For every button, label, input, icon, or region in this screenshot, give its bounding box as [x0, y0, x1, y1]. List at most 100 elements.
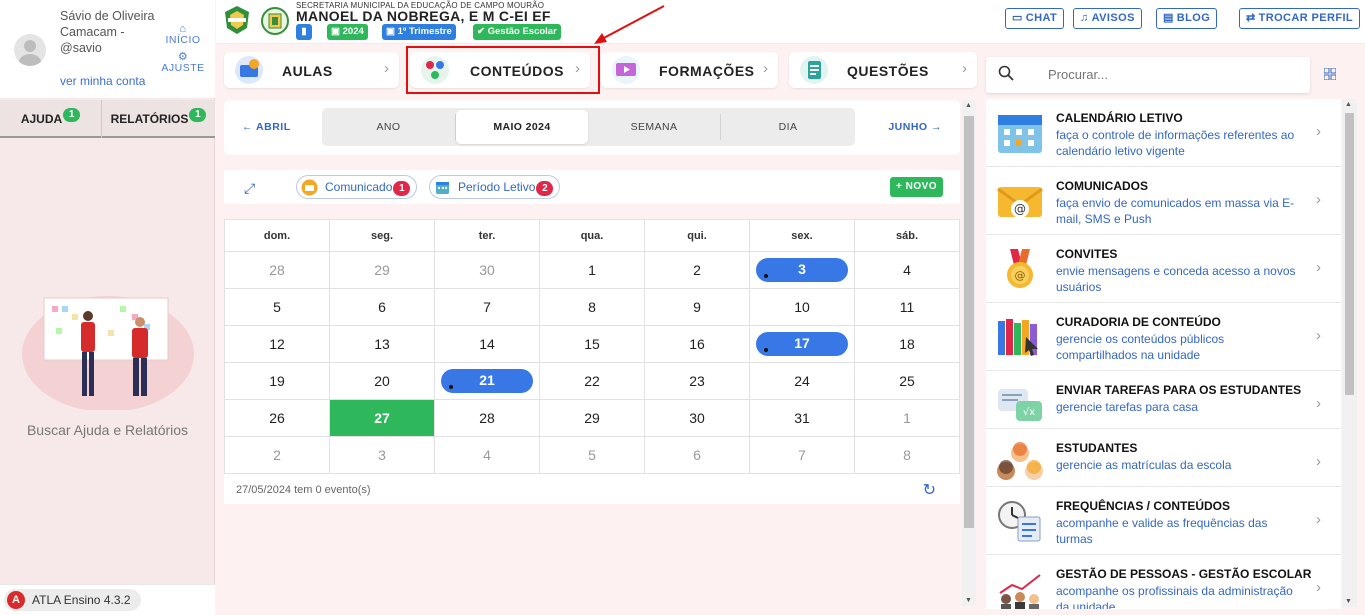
feature-convites[interactable]: @ CONVITES envie mensagens e conceda ace… — [986, 235, 1341, 303]
day-cell[interactable]: 6 — [329, 288, 435, 326]
feature-curadoria[interactable]: CURADORIA DE CONTEÚDO gerencie os conteú… — [986, 303, 1341, 371]
my-account-link[interactable]: ver minha conta — [60, 74, 145, 88]
features-scrollbar[interactable]: ▲ ▼ — [1342, 99, 1357, 607]
scroll-down-icon[interactable]: ▼ — [965, 597, 972, 604]
filter-label: Comunicado — [325, 180, 393, 194]
feature-enviar-tarefas[interactable]: √x ENVIAR TAREFAS PARA OS ESTUDANTES ger… — [986, 371, 1341, 429]
day-cell[interactable]: 8 — [539, 288, 645, 326]
module-aulas[interactable]: AULAS › — [224, 52, 399, 88]
day-cell[interactable]: 11 — [854, 288, 960, 326]
event-day-pill[interactable]: 17 — [756, 332, 848, 356]
blog-button[interactable]: ▤ BLOG — [1156, 8, 1218, 29]
plus-icon: + — [896, 181, 906, 192]
day-cell[interactable]: 6 — [644, 436, 750, 474]
day-cell[interactable]: 28 — [224, 251, 330, 289]
day-cell[interactable]: 30 — [644, 399, 750, 437]
day-cell[interactable]: 5 — [539, 436, 645, 474]
scrollbar-thumb[interactable] — [964, 116, 974, 528]
switch-profile-button[interactable]: ⇄ TROCAR PERFIL — [1239, 8, 1361, 29]
search-input[interactable] — [1048, 67, 1288, 82]
tab-reports[interactable]: RELATÓRIOS 1 — [102, 100, 215, 138]
day-cell[interactable]: 2 — [224, 436, 330, 474]
day-cell[interactable]: 24 — [749, 362, 855, 400]
day-cell[interactable]: 22 — [539, 362, 645, 400]
new-event-button[interactable]: + NOVO — [890, 177, 944, 197]
prev-month-button[interactable]: ← ABRIL — [242, 121, 291, 133]
module-questoes[interactable]: QUESTÕES › — [789, 52, 977, 88]
help-report-tabs: AJUDA 1 RELATÓRIOS 1 — [0, 100, 215, 138]
event-day-pill[interactable]: 21 — [441, 369, 533, 393]
expand-icon[interactable]: ⤢ — [244, 180, 255, 197]
scroll-down-icon[interactable]: ▼ — [1345, 598, 1352, 605]
feature-comunicados[interactable]: @ COMUNICADOS faça envio de comunicados … — [986, 167, 1341, 235]
year-badge[interactable]: ▣ 2024 — [327, 24, 368, 40]
day-cell[interactable]: 28 — [434, 399, 540, 437]
next-month-button[interactable]: JUNHO → — [888, 121, 942, 133]
day-cell[interactable]: 7 — [749, 436, 855, 474]
day-cell[interactable]: 3 — [329, 436, 435, 474]
event-summary: 27/05/2024 tem 0 evento(s) — [236, 484, 371, 496]
day-cell[interactable]: 31 — [749, 399, 855, 437]
module-formacoes[interactable]: FORMAÇÕES › — [601, 52, 778, 88]
day-cell[interactable]: 20 — [329, 362, 435, 400]
day-cell[interactable]: 14 — [434, 325, 540, 363]
feature-frequencias[interactable]: FREQUÊNCIAS / CONTEÚDOS acompanhe e vali… — [986, 487, 1341, 555]
day-cell-today[interactable]: 27 — [329, 399, 435, 437]
settings-nav[interactable]: ⚙ AJUSTE — [158, 52, 208, 75]
grid-view-icon[interactable] — [1324, 68, 1336, 80]
term-badge[interactable]: ▣ 1º Trimestre — [382, 24, 456, 40]
feature-estudantes[interactable]: ESTUDANTES gerencie as matrículas da esc… — [986, 429, 1341, 487]
day-cell[interactable]: 1 — [854, 399, 960, 437]
view-year[interactable]: ANO — [322, 114, 456, 140]
students-icon — [997, 442, 1043, 480]
day-cell[interactable]: 18 — [854, 325, 960, 363]
chat-button[interactable]: ▭ CHAT — [1005, 8, 1065, 29]
filter-periodo-letivo[interactable]: Período Letivo 2 — [429, 175, 561, 199]
day-cell-event[interactable]: 3 — [749, 251, 855, 289]
day-cell[interactable]: 10 — [749, 288, 855, 326]
view-day[interactable]: DIA — [721, 108, 855, 146]
day-cell[interactable]: 7 — [434, 288, 540, 326]
day-cell[interactable]: 19 — [224, 362, 330, 400]
scroll-up-icon[interactable]: ▲ — [1345, 101, 1352, 108]
feature-calendario-letivo[interactable]: CALENDÁRIO LETIVO faça o controle de inf… — [986, 99, 1341, 167]
scroll-up-icon[interactable]: ▲ — [965, 102, 972, 109]
day-cell[interactable]: 4 — [854, 251, 960, 289]
day-cell[interactable]: 25 — [854, 362, 960, 400]
day-cell[interactable]: 4 — [434, 436, 540, 474]
day-cell[interactable]: 23 — [644, 362, 750, 400]
mode-badge[interactable]: ✔ Gestão Escolar — [473, 24, 561, 40]
day-cell[interactable]: 29 — [329, 251, 435, 289]
home-nav[interactable]: ⌂ INÍCIO — [158, 24, 208, 47]
day-cell[interactable]: 16 — [644, 325, 750, 363]
day-cell[interactable]: 2 — [644, 251, 750, 289]
day-cell[interactable]: 26 — [224, 399, 330, 437]
day-cell[interactable]: 12 — [224, 325, 330, 363]
feature-title: GESTÃO DE PESSOAS - GESTÃO ESCOLAR — [1056, 567, 1312, 581]
event-day-pill[interactable]: 3 — [756, 258, 848, 282]
day-cell[interactable]: 9 — [644, 288, 750, 326]
version-pill[interactable]: A ATLA Ensino 4.3.2 — [4, 589, 141, 611]
day-cell[interactable]: 8 — [854, 436, 960, 474]
day-cell[interactable]: 29 — [539, 399, 645, 437]
day-cell[interactable]: 1 — [539, 251, 645, 289]
view-week[interactable]: SEMANA — [588, 114, 721, 140]
tab-help[interactable]: AJUDA 1 — [0, 100, 102, 138]
scrollbar-thumb[interactable] — [1345, 113, 1354, 395]
weekday-label: sáb. — [854, 219, 960, 252]
view-month[interactable]: MAIO 2024 — [456, 110, 588, 144]
avatar[interactable] — [14, 34, 46, 66]
day-cell[interactable]: 5 — [224, 288, 330, 326]
day-cell-event[interactable]: 21 — [434, 362, 540, 400]
notices-button[interactable]: ♫ AVISOS — [1073, 8, 1142, 29]
refresh-icon[interactable]: ↻ — [923, 480, 936, 500]
filter-comunicado[interactable]: Comunicado 1 — [296, 175, 418, 199]
day-cell-event[interactable]: 17 — [749, 325, 855, 363]
feature-gestao-pessoas[interactable]: GESTÃO DE PESSOAS - GESTÃO ESCOLAR acomp… — [986, 555, 1341, 609]
day-cell[interactable]: 30 — [434, 251, 540, 289]
homework-icon: √x — [998, 389, 1042, 421]
day-cell[interactable]: 15 — [539, 325, 645, 363]
stats-chart-icon[interactable]: ▮ — [296, 24, 312, 40]
day-cell[interactable]: 13 — [329, 325, 435, 363]
calendar-scrollbar[interactable]: ▲ ▼ — [962, 100, 976, 606]
